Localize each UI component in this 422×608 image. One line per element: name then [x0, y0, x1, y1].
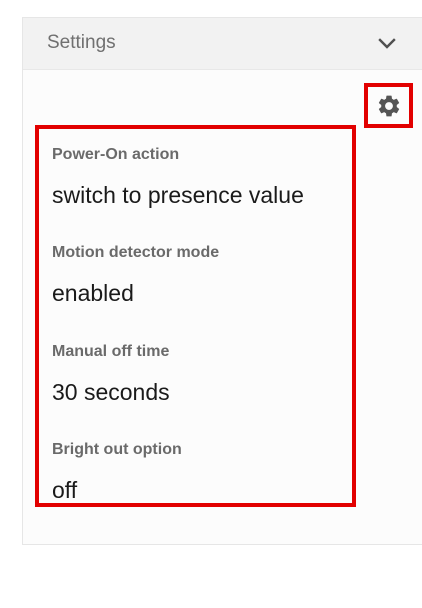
setting-value: enabled — [52, 280, 134, 306]
setting-label: Bright out option — [52, 441, 182, 458]
settings-panel: Settings Power-On action switch to prese… — [22, 17, 422, 545]
setting-value: off — [52, 477, 78, 503]
setting-motion-detector-mode[interactable]: Motion detector mode enabled — [52, 243, 219, 307]
setting-label: Manual off time — [52, 343, 170, 360]
setting-label: Motion detector mode — [52, 244, 220, 261]
settings-button[interactable] — [364, 83, 413, 128]
setting-bright-out-option[interactable]: Bright out option off — [52, 440, 182, 504]
setting-label: Power-On action — [52, 146, 180, 163]
setting-power-on-action[interactable]: Power-On action switch to presence value — [52, 145, 304, 209]
gear-icon — [378, 95, 399, 116]
panel-title: Settings — [47, 32, 116, 53]
collapse-button[interactable] — [373, 32, 401, 56]
chevron-down-icon — [378, 38, 396, 49]
settings-panel-header[interactable]: Settings — [23, 18, 422, 70]
settings-list: Power-On action switch to presence value… — [35, 125, 356, 507]
setting-value: 30 seconds — [52, 379, 170, 405]
setting-manual-off-time[interactable]: Manual off time 30 seconds — [52, 342, 170, 406]
setting-value: switch to presence value — [52, 182, 304, 208]
